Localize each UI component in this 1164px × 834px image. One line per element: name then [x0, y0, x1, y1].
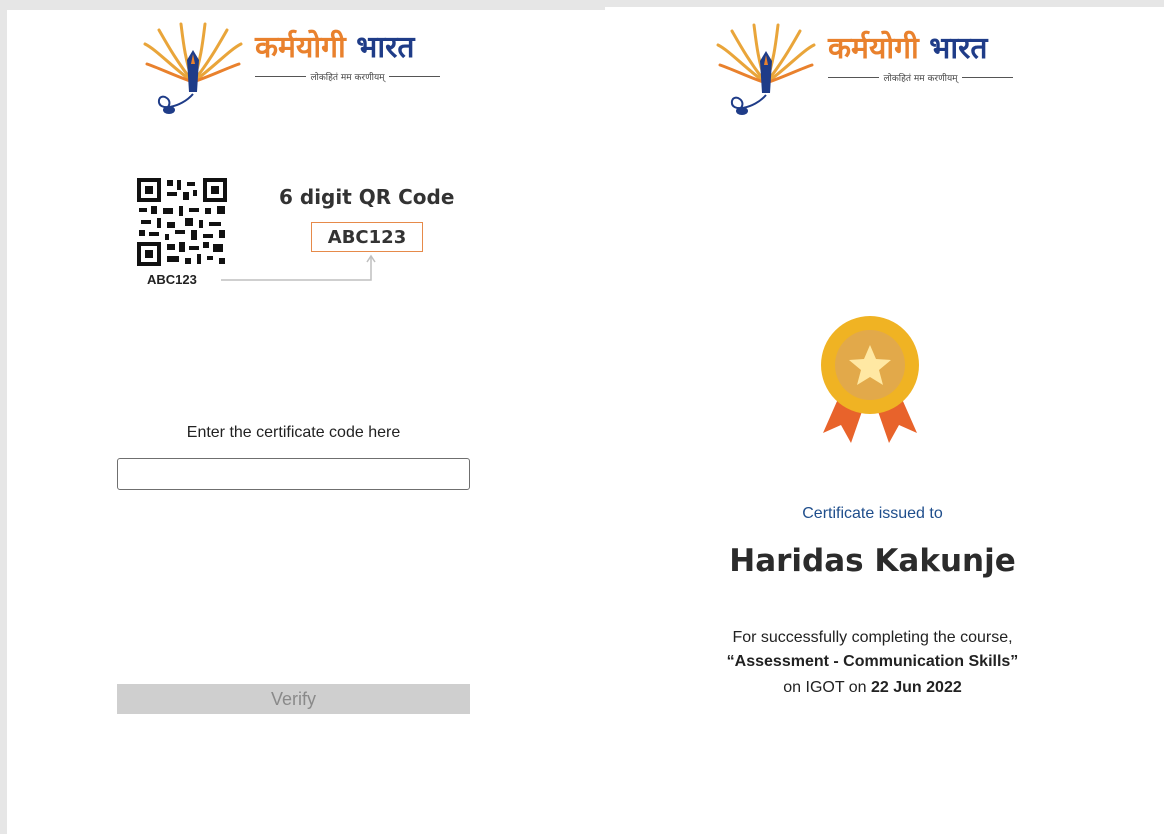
- verify-button[interactable]: Verify: [117, 684, 470, 714]
- tagline-text: लोकहितं मम करणीयम्: [310, 73, 385, 83]
- tagline-text: लोकहितं मम करणीयम्: [883, 74, 958, 84]
- tagline-rule: [255, 76, 307, 77]
- brand-title: कर्मयोगी भारत: [828, 31, 988, 67]
- verification-panel: कर्मयोगी भारत लोकहितं मम करणीयम् ABC123 …: [7, 10, 605, 834]
- brand-logo: कर्मयोगी भारत लोकहितं मम करणीयम्: [137, 20, 457, 120]
- brand-title-part1: कर्मयोगी: [255, 30, 346, 65]
- course-name: “Assessment - Communication Skills”: [726, 653, 1019, 670]
- qr-connector-line: [221, 254, 376, 281]
- brand-title-part1: कर्मयोगी: [828, 31, 919, 66]
- qr-code-title: 6 digit QR Code: [279, 185, 455, 209]
- platform-text: on IGOT on: [783, 679, 867, 696]
- code-input-label: Enter the certificate code here: [186, 424, 401, 441]
- award-medal-icon: [821, 316, 919, 443]
- completion-date-line: on IGOT on 22 Jun 2022: [605, 679, 1140, 697]
- lotus-pen-icon: [143, 22, 243, 114]
- certificate-code-input[interactable]: [117, 458, 470, 490]
- tagline-rule: [388, 76, 441, 77]
- completion-text: For successfully completing the course,: [732, 629, 1013, 646]
- brand-title-part2: भारत: [929, 31, 988, 66]
- issued-to-label: Certificate issued to: [802, 505, 943, 522]
- brand-title-part2: भारत: [356, 30, 415, 65]
- qr-code-example: ABC123: [311, 222, 423, 252]
- tagline-rule: [828, 77, 880, 78]
- brand-logo: कर्मयोगी भारत लोकहितं मम करणीयम्: [710, 21, 1030, 121]
- qr-caption: ABC123: [147, 272, 197, 287]
- qr-code-icon: [137, 178, 227, 266]
- brand-tagline: लोकहितं मम करणीयम्: [828, 71, 1014, 84]
- completion-date: 22 Jun 2022: [871, 679, 962, 696]
- lotus-pen-icon: [716, 23, 816, 115]
- brand-tagline: लोकहितं मम करणीयम्: [255, 70, 441, 83]
- certificate-panel: कर्मयोगी भारत लोकहितं मम करणीयम् Certifi…: [605, 7, 1164, 834]
- brand-title: कर्मयोगी भारत: [255, 30, 415, 66]
- recipient-name: Haridas Kakunje: [729, 543, 1016, 579]
- tagline-rule: [961, 77, 1014, 78]
